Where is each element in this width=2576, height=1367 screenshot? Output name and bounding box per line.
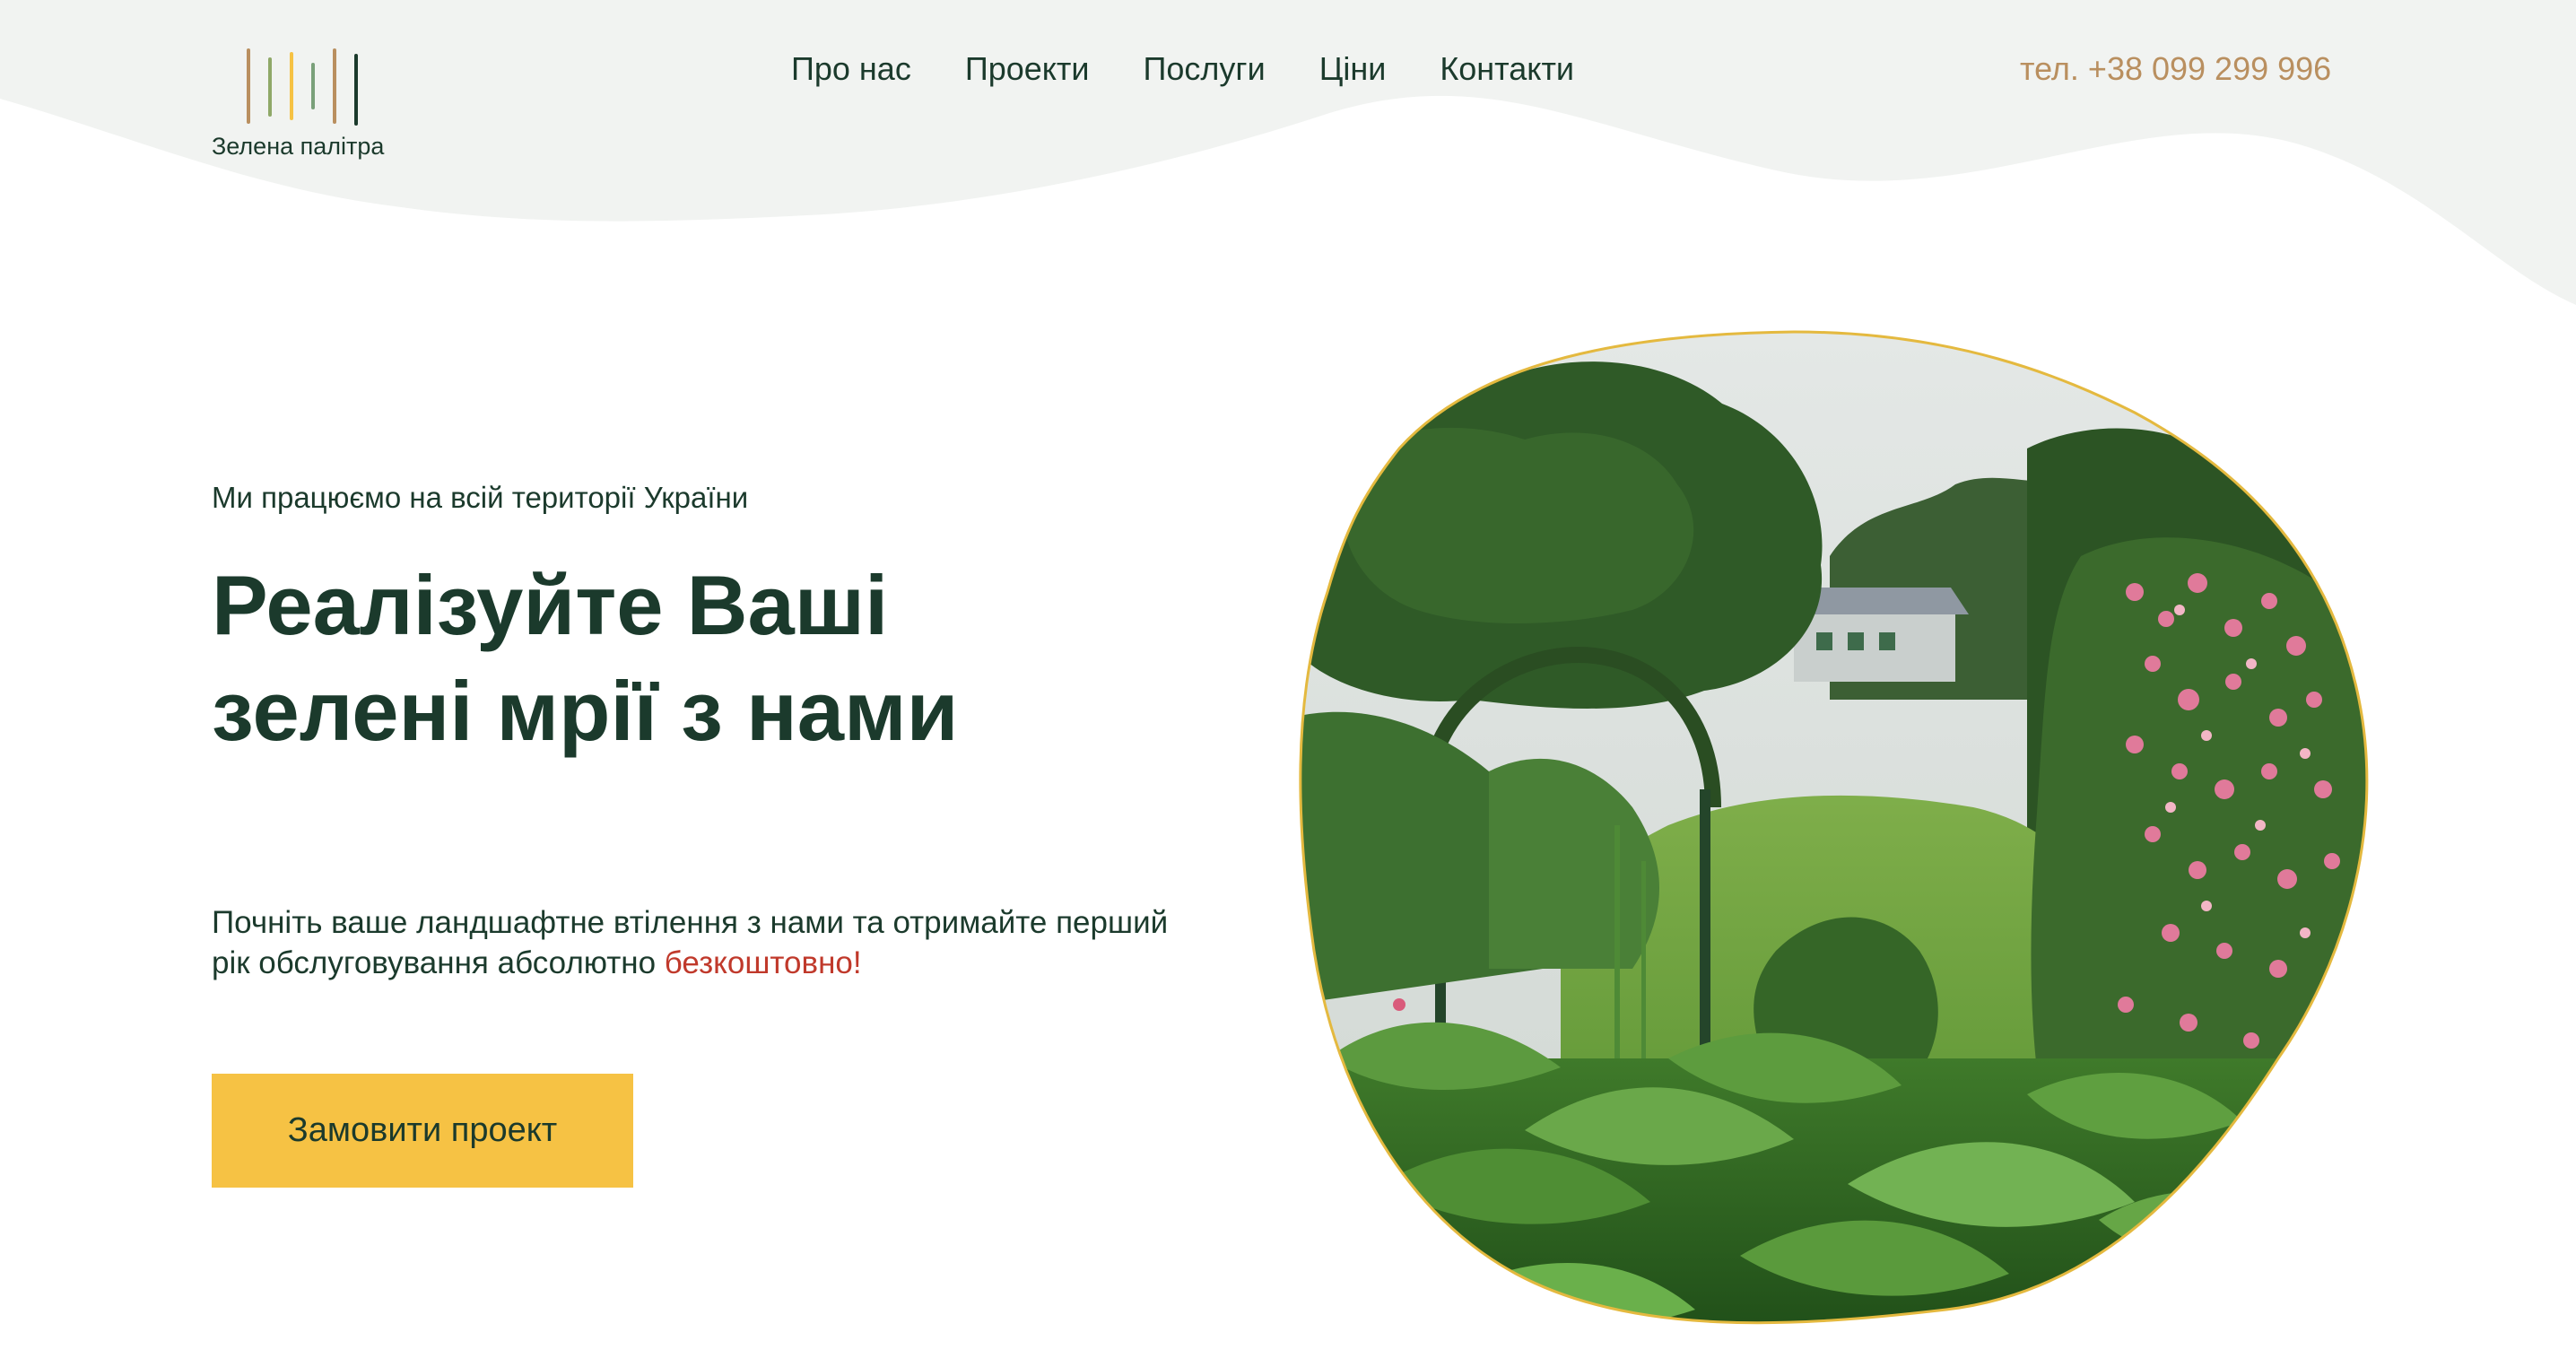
nav-item-about[interactable]: Про нас bbox=[791, 47, 911, 91]
nav-item-projects[interactable]: Проекти bbox=[965, 47, 1090, 91]
nav-item-contacts[interactable]: Контакти bbox=[1440, 47, 1574, 91]
garden-blob-image bbox=[1299, 330, 2369, 1325]
hero-title: Реалізуйте Ваші зелені мрії з нами bbox=[212, 553, 1109, 764]
main-nav: Про нас Проекти Послуги Ціни Контакти bbox=[791, 47, 1574, 91]
order-project-button[interactable]: Замовити проект bbox=[212, 1074, 633, 1188]
hero-title-line-1: Реалізуйте Ваші bbox=[212, 558, 889, 652]
hero-description: Почніть ваше ландшафтне втілення з нами … bbox=[212, 902, 1198, 983]
nav-item-prices[interactable]: Ціни bbox=[1319, 47, 1387, 91]
hero-eyebrow: Ми працюємо на всій території України bbox=[212, 481, 749, 514]
hero-title-line-2: зелені мрії з нами bbox=[212, 664, 959, 758]
brand-logo[interactable]: Зелена палітра bbox=[212, 47, 400, 163]
vertical-bars-logo-icon bbox=[247, 48, 358, 126]
nav-item-services[interactable]: Послуги bbox=[1144, 47, 1266, 91]
hero-description-accent: безкоштовно! bbox=[664, 945, 862, 980]
brand-name: Зелена палітра bbox=[212, 133, 385, 160]
phone-link[interactable]: тел. +38 099 299 996 bbox=[2020, 47, 2331, 91]
